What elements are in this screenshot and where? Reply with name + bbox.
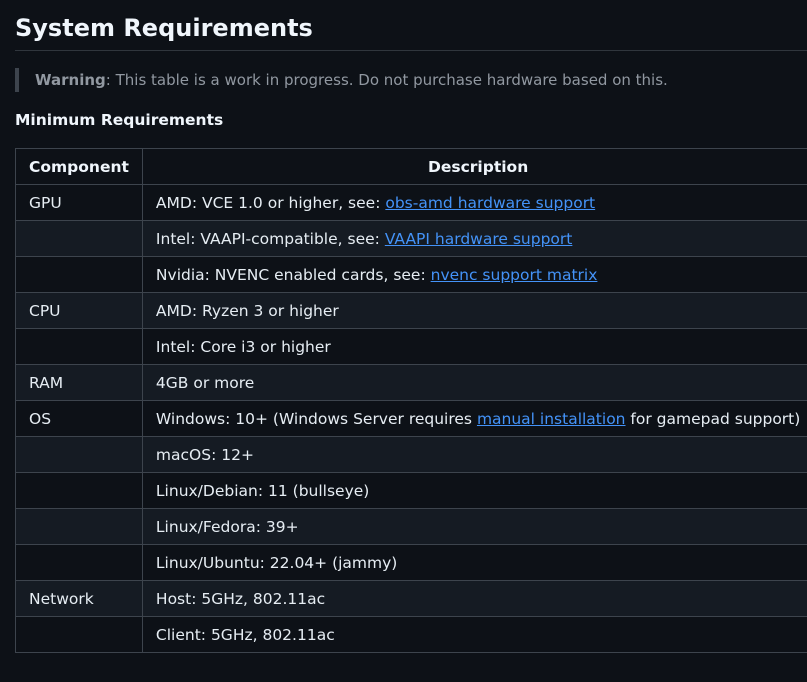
description-text: Linux/Fedora: 39+ xyxy=(155,517,299,536)
description-text-suffix: for gamepad support) xyxy=(625,409,801,428)
description-cell: Host: 5GHz, 802.11ac xyxy=(141,580,807,617)
component-cell xyxy=(15,472,143,509)
warning-blockquote: Warning: This table is a work in progres… xyxy=(15,68,668,92)
table-row: Intel: Core i3 or higher xyxy=(15,328,807,365)
component-cell: Network xyxy=(15,580,143,617)
description-cell: AMD: VCE 1.0 or higher, see: obs-amd har… xyxy=(141,184,807,221)
description-text: Nvidia: NVENC enabled cards, see: xyxy=(155,265,431,284)
table-row: CPU AMD: Ryzen 3 or higher xyxy=(15,292,807,329)
description-cell: Linux/Debian: 11 (bullseye) xyxy=(141,472,807,509)
page-title: System Requirements xyxy=(15,14,313,42)
table-row: Linux/Fedora: 39+ xyxy=(15,508,807,545)
description-cell: AMD: Ryzen 3 or higher xyxy=(141,292,807,329)
description-cell: Linux/Fedora: 39+ xyxy=(141,508,807,545)
title-divider xyxy=(15,50,807,51)
table-row: Linux/Ubuntu: 22.04+ (jammy) xyxy=(15,544,807,581)
component-cell xyxy=(15,220,143,257)
table-row: OS Windows: 10+ (Windows Server requires … xyxy=(15,400,807,437)
description-text: Client: 5GHz, 802.11ac xyxy=(155,625,335,644)
description-cell: Windows: 10+ (Windows Server requires ma… xyxy=(141,400,807,437)
table-row: Linux/Debian: 11 (bullseye) xyxy=(15,472,807,509)
component-cell xyxy=(15,328,143,365)
description-cell: Intel: Core i3 or higher xyxy=(141,328,807,365)
description-link[interactable]: nvenc support matrix xyxy=(431,266,598,284)
table-row: macOS: 12+ xyxy=(15,436,807,473)
requirements-table: Component Description GPU AMD: VCE 1.0 or… xyxy=(15,148,807,653)
description-cell: 4GB or more xyxy=(141,364,807,401)
component-cell: GPU xyxy=(15,184,143,221)
description-text: Linux/Debian: 11 (bullseye) xyxy=(155,481,370,500)
component-cell: CPU xyxy=(15,292,143,329)
component-cell: RAM xyxy=(15,364,143,401)
description-text: macOS: 12+ xyxy=(155,445,254,464)
component-cell xyxy=(15,436,143,473)
component-cell xyxy=(15,544,143,581)
table-row: Intel: VAAPI-compatible, see: VAAPI hard… xyxy=(15,220,807,257)
table-row: RAM 4GB or more xyxy=(15,364,807,401)
description-link[interactable]: manual installation xyxy=(477,410,626,428)
description-cell: Linux/Ubuntu: 22.04+ (jammy) xyxy=(141,544,807,581)
description-text: Intel: VAAPI-compatible, see: xyxy=(155,229,385,248)
description-text: AMD: Ryzen 3 or higher xyxy=(155,301,339,320)
description-link[interactable]: obs-amd hardware support xyxy=(385,194,595,212)
description-text: AMD: VCE 1.0 or higher, see: xyxy=(155,193,386,212)
description-cell: macOS: 12+ xyxy=(141,436,807,473)
description-text: Windows: 10+ (Windows Server requires xyxy=(155,409,477,428)
component-cell xyxy=(15,616,143,653)
description-text: 4GB or more xyxy=(155,373,255,392)
warning-label: Warning xyxy=(35,71,106,89)
description-text: Host: 5GHz, 802.11ac xyxy=(155,589,326,608)
section-heading: Minimum Requirements xyxy=(15,111,224,129)
description-text: Intel: Core i3 or higher xyxy=(155,337,331,356)
table-body: GPU AMD: VCE 1.0 or higher, see: obs-amd … xyxy=(15,184,807,653)
component-cell xyxy=(15,256,143,293)
description-link[interactable]: VAAPI hardware support xyxy=(385,230,573,248)
table-header-row: Component Description xyxy=(15,148,807,185)
table-row: Client: 5GHz, 802.11ac xyxy=(15,616,807,653)
component-cell xyxy=(15,508,143,545)
description-cell: Client: 5GHz, 802.11ac xyxy=(141,616,807,653)
component-cell: OS xyxy=(15,400,143,437)
column-header-description: Description xyxy=(141,148,807,185)
column-header-component: Component xyxy=(15,148,143,185)
table-row: Nvidia: NVENC enabled cards, see: nvenc … xyxy=(15,256,807,293)
description-text: Linux/Ubuntu: 22.04+ (jammy) xyxy=(155,553,398,572)
table-row: Network Host: 5GHz, 802.11ac xyxy=(15,580,807,617)
description-cell: Nvidia: NVENC enabled cards, see: nvenc … xyxy=(141,256,807,293)
description-cell: Intel: VAAPI-compatible, see: VAAPI hard… xyxy=(141,220,807,257)
warning-text: : This table is a work in progress. Do n… xyxy=(105,71,668,89)
table-row: GPU AMD: VCE 1.0 or higher, see: obs-amd … xyxy=(15,184,807,221)
